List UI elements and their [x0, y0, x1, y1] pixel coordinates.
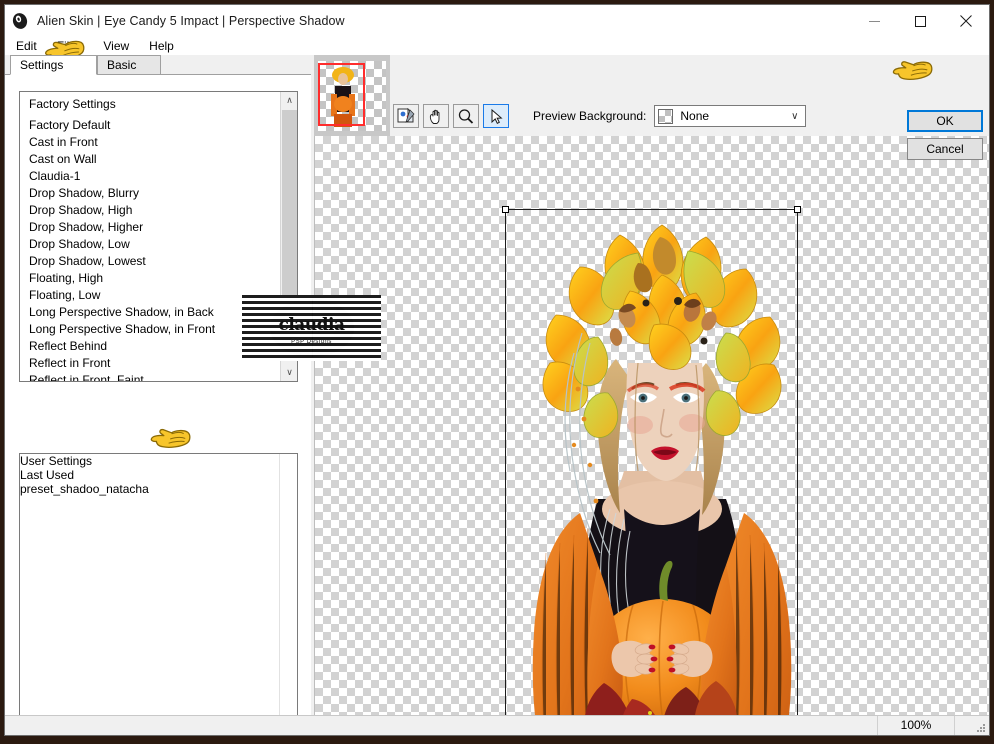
list-item[interactable]: Factory Settings — [20, 96, 281, 113]
zoom-magnifier-icon[interactable] — [453, 104, 479, 128]
user-settings-listbox[interactable]: User Settings Last Used preset_shadoo_na… — [19, 453, 298, 735]
preview-toolbar: Preview Background: None ∨ — [393, 102, 853, 130]
menu-bar: Edit Filter View Help — [5, 37, 989, 55]
dialog-actions: OK Cancel — [907, 110, 983, 160]
close-button[interactable] — [943, 5, 989, 37]
navigator-thumbnail[interactable] — [314, 55, 390, 136]
zoom-level: 100% — [877, 716, 955, 735]
resize-handle-top-right[interactable] — [794, 206, 801, 213]
tab-strip: Settings Basic — [5, 55, 305, 75]
resize-grip-icon[interactable] — [974, 721, 986, 733]
tab-settings[interactable]: Settings — [10, 55, 97, 75]
watermark-text: claudia — [278, 315, 345, 335]
pointer-arrow-icon[interactable] — [483, 104, 509, 128]
list-item[interactable]: Drop Shadow, Higher — [20, 219, 281, 236]
watermark-subtext: PSP Designs — [291, 339, 332, 345]
preview-panel: Preview Background: None ∨ OK Cancel — [311, 55, 989, 717]
settings-panel: Factory Settings Factory Default Cast in… — [5, 74, 311, 735]
tab-basic[interactable]: Basic — [97, 55, 161, 75]
list-item-selected[interactable]: preset_shadoo_natacha — [20, 482, 155, 496]
scroll-up-icon[interactable]: ∧ — [281, 92, 297, 109]
chevron-down-icon[interactable]: ∨ — [791, 111, 798, 122]
list-item[interactable]: Reflect in Front, Faint — [20, 372, 281, 381]
panel-divider — [279, 454, 280, 735]
window-title: Alien Skin | Eye Candy 5 Impact | Perspe… — [37, 14, 345, 28]
menu-view[interactable]: View — [100, 38, 138, 54]
list-item[interactable]: Cast in Front — [20, 134, 281, 151]
claudia-watermark: claudia PSP Designs — [242, 295, 381, 361]
preview-background-label: Preview Background: — [533, 109, 647, 123]
list-item[interactable]: Last Used — [20, 468, 297, 482]
list-item[interactable]: Drop Shadow, Lowest — [20, 253, 281, 270]
hand-icon[interactable] — [423, 104, 449, 128]
menu-filter[interactable]: Filter — [54, 38, 93, 54]
minimize-button[interactable] — [851, 5, 897, 37]
selection-frame[interactable] — [502, 206, 801, 717]
maximize-button[interactable] — [897, 5, 943, 37]
scroll-down-icon[interactable]: ∨ — [281, 364, 297, 381]
preview-background-dropdown[interactable]: None ∨ — [654, 105, 807, 127]
list-item[interactable]: Drop Shadow, Low — [20, 236, 281, 253]
user-settings-items: User Settings Last Used preset_shadoo_na… — [20, 454, 297, 496]
color-picker-icon[interactable] — [393, 104, 419, 128]
alienskin-icon — [11, 12, 29, 30]
menu-edit[interactable]: Edit — [13, 38, 46, 54]
navigator-viewport-rect[interactable] — [318, 63, 365, 126]
list-item[interactable]: Drop Shadow, Blurry — [20, 185, 281, 202]
image-canvas[interactable] — [314, 136, 989, 717]
list-item[interactable]: Drop Shadow, High — [20, 202, 281, 219]
status-bar: 100% — [5, 715, 989, 735]
application-window: Alien Skin | Eye Candy 5 Impact | Perspe… — [4, 4, 990, 736]
menu-help[interactable]: Help — [146, 38, 183, 54]
resize-handle-top-left[interactable] — [502, 206, 509, 213]
list-item[interactable]: Floating, High — [20, 270, 281, 287]
list-item[interactable]: User Settings — [20, 454, 297, 468]
transparency-swatch-icon — [658, 108, 674, 124]
window-controls — [851, 5, 989, 37]
ok-button[interactable]: OK — [907, 110, 983, 132]
list-item[interactable]: Factory Default — [20, 117, 281, 134]
list-item[interactable]: Claudia-1 — [20, 168, 281, 185]
title-bar: Alien Skin | Eye Candy 5 Impact | Perspe… — [5, 5, 989, 37]
preview-background-value: None — [680, 109, 710, 123]
cancel-button[interactable]: Cancel — [907, 138, 983, 160]
list-item[interactable]: Cast on Wall — [20, 151, 281, 168]
